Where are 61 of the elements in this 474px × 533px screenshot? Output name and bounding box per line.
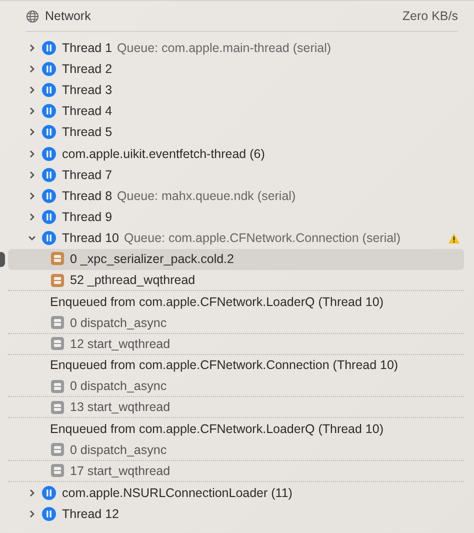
stack-frame-row[interactable]: 17 start_wqthread (8, 460, 464, 482)
frame-icon (51, 337, 64, 350)
thread-icon (42, 506, 56, 521)
thread-icon (42, 82, 56, 97)
enqueued-label: Enqueued from com.apple.CFNetwork.LoaderQ (Thread 10) (50, 294, 384, 309)
thread-icon (42, 62, 56, 76)
frame-icon (51, 252, 64, 266)
thread-name: Thread 1 (62, 40, 112, 55)
thread-name: Thread 4 (62, 104, 112, 118)
section-title: Network (45, 9, 91, 23)
thread-name: Thread 12 (62, 506, 119, 521)
stack-frame-row[interactable]: 0 dispatch_async (8, 376, 464, 398)
chevron-down-icon[interactable] (28, 234, 36, 242)
thread-icon (42, 188, 56, 203)
thread-icon (42, 104, 56, 118)
chevron-right-icon[interactable] (28, 488, 36, 497)
chevron-right-icon[interactable] (28, 213, 36, 222)
thread-icon (42, 125, 56, 140)
thread-name: Thread 3 (62, 82, 112, 97)
thread-icon (42, 231, 56, 246)
chevron-right-icon[interactable] (28, 64, 36, 73)
enqueued-label: Enqueued from com.apple.CFNetwork.LoaderQ (Thread 10) (50, 422, 384, 436)
frame-icon (51, 380, 64, 393)
stack-frame-row[interactable]: 52 _pthread_wqthread (8, 270, 464, 292)
thread-name: com.apple.NSURLConnectionLoader (11) (62, 486, 292, 500)
queue-label: Queue: com.apple.CFNetwork.Connection (serial) (124, 231, 400, 246)
thread-name: Thread 8 (62, 188, 112, 203)
frame-icon (51, 464, 64, 478)
thread-name: Thread 5 (62, 125, 112, 140)
enqueued-label: Enqueued from com.apple.CFNetwork.Connection (Thread 10) (50, 358, 398, 372)
selection-handle (0, 252, 5, 267)
thread-icon (42, 40, 56, 55)
thread-icon (42, 486, 56, 500)
thread-name: Thread 9 (62, 210, 112, 224)
chevron-right-icon[interactable] (28, 192, 36, 200)
chevron-right-icon[interactable] (28, 170, 36, 179)
chevron-right-icon[interactable] (28, 107, 36, 116)
thread-icon (42, 168, 56, 182)
queue-label: Queue: com.apple.main-thread (serial) (117, 40, 332, 55)
thread-name: Thread 2 (62, 62, 112, 76)
thread-name: Thread 10 (62, 231, 119, 246)
chevron-right-icon[interactable] (28, 44, 36, 52)
thread-name: Thread 7 (62, 168, 112, 182)
chevron-right-icon[interactable] (28, 150, 36, 158)
queue-label: Queue: mahx.queue.ndk (serial) (117, 188, 296, 203)
chevron-right-icon[interactable] (28, 128, 36, 136)
frame-icon (51, 400, 64, 414)
frame-icon (51, 316, 64, 330)
network-rate: Zero KB/s (402, 9, 458, 23)
stack-frame-row[interactable]: 0 dispatch_async (8, 312, 464, 334)
thread-name: com.apple.uikit.eventfetch-thread (6) (62, 146, 265, 161)
stack-frame-row[interactable]: 0 dispatch_async (8, 440, 464, 461)
chevron-right-icon[interactable] (28, 86, 36, 94)
stack-frame-row[interactable]: 13 start_wqthread (8, 397, 464, 418)
thread-icon (42, 146, 56, 161)
chevron-right-icon[interactable] (28, 510, 36, 518)
frame-icon (51, 274, 64, 287)
thread-icon (42, 210, 56, 224)
stack-frame-row[interactable]: 12 start_wqthread (8, 334, 464, 355)
globe-icon (26, 10, 39, 22)
frame-icon (51, 443, 64, 456)
